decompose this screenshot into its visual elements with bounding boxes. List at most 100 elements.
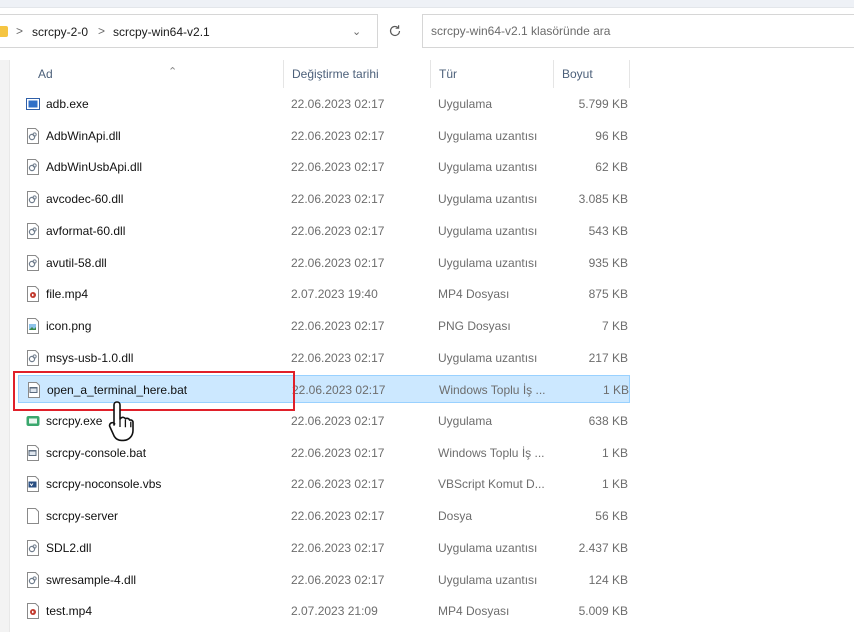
file-row[interactable]: swresample-4.dll 22.06.2023 02:17 Uygulama…	[18, 566, 630, 594]
file-row[interactable]: file.mp4 2.07.2023 19:40 MP4 Dosyası 875 KB	[18, 280, 630, 308]
file-date: 2.07.2023 19:40	[291, 287, 378, 302]
file-row[interactable]: AdbWinUsbApi.dll 22.06.2023 02:17 Uygulama…	[18, 153, 630, 181]
file-name: icon.png	[46, 318, 92, 333]
file-name: avcodec-60.dll	[46, 192, 124, 207]
file-row[interactable]: test.mp4 2.07.2023 21:09 MP4 Dosyası 5.009 …	[18, 597, 630, 625]
file-date: 22.06.2023 02:17	[291, 445, 385, 460]
file-size: 124 KB	[588, 572, 628, 587]
file-name: msys-usb-1.0.dll	[46, 350, 134, 365]
column-header-type[interactable]: Tür	[431, 60, 554, 88]
breadcrumb-separator-icon[interactable]: >	[98, 24, 105, 38]
file-date: 22.06.2023 02:17	[291, 350, 385, 365]
file-size: 1 KB	[601, 477, 628, 492]
file-type: Uygulama	[438, 97, 493, 111]
file-type: MP4 Dosyası	[438, 287, 510, 302]
dll-icon	[26, 127, 40, 144]
dll-icon	[26, 349, 40, 366]
file-name: swresample-4.dll	[46, 572, 137, 587]
vbscript-file-icon	[26, 476, 40, 493]
file-size: 1 KB	[601, 445, 628, 460]
navigation-pane-edge	[0, 60, 10, 632]
file-size: 3.085 KB	[578, 192, 628, 207]
breadcrumb-separator-icon[interactable]: >	[16, 24, 23, 38]
file-type: Uygulama uzantısı	[438, 572, 538, 587]
file-name: AdbWinApi.dll	[46, 128, 121, 143]
file-size: 217 KB	[588, 350, 628, 365]
mouse-cursor-icon	[108, 401, 134, 442]
file-date: 22.06.2023 02:17	[291, 97, 385, 111]
file-name: avformat-60.dll	[46, 223, 126, 238]
file-date: 2.07.2023 21:09	[291, 604, 378, 619]
file-row[interactable]: avformat-60.dll 22.06.2023 02:17 Uygulama …	[18, 217, 630, 245]
column-header-date[interactable]: Değiştirme tarihi	[284, 60, 431, 88]
breadcrumb-scrcpy-2-0[interactable]: scrcpy-2-0	[32, 25, 88, 39]
file-row[interactable]: icon.png 22.06.2023 02:17 PNG Dosyası 7 KB	[18, 312, 630, 340]
file-type: Uygulama uzantısı	[438, 223, 538, 238]
file-type: Windows Toplu İş ...	[439, 383, 546, 398]
file-date: 22.06.2023 02:17	[291, 255, 385, 270]
file-date: 22.06.2023 02:17	[292, 383, 386, 398]
file-row[interactable]: adb.exe 22.06.2023 02:17 Uygulama 5.799 KB	[18, 90, 630, 118]
video-file-icon	[26, 603, 40, 620]
file-size: 5.009 KB	[578, 604, 628, 619]
file-size: 543 KB	[588, 223, 628, 238]
file-size: 2.437 KB	[578, 540, 628, 555]
file-date: 22.06.2023 02:17	[291, 223, 385, 238]
file-size: 638 KB	[588, 414, 628, 428]
image-file-icon	[26, 317, 40, 334]
dll-icon	[26, 222, 40, 239]
dll-icon	[26, 539, 40, 556]
dll-icon	[26, 254, 40, 271]
file-size: 56 KB	[595, 509, 628, 524]
file-date: 22.06.2023 02:17	[291, 572, 385, 587]
column-header-row: Ad ⌃ Değiştirme tarihi Tür Boyut	[18, 60, 630, 88]
file-date: 22.06.2023 02:17	[291, 160, 385, 175]
folder-icon	[0, 26, 8, 37]
file-row[interactable]: AdbWinApi.dll 22.06.2023 02:17 Uygulama uz…	[18, 122, 630, 150]
sort-ascending-icon: ⌃	[168, 66, 178, 78]
file-row[interactable]: SDL2.dll 22.06.2023 02:17 Uygulama uzantıs…	[18, 534, 630, 562]
file-type: Dosya	[438, 509, 473, 524]
search-input[interactable]	[423, 15, 854, 47]
chevron-down-icon[interactable]: ⌄	[352, 25, 361, 38]
file-type: Uygulama	[438, 414, 493, 428]
file-size: 1 KB	[602, 383, 629, 398]
breadcrumb-scrcpy-win64-v2-1[interactable]: scrcpy-win64-v2.1	[113, 25, 210, 39]
file-name: scrcpy-server	[46, 509, 119, 524]
adb-exe-icon	[26, 96, 40, 112]
file-row[interactable]: avutil-58.dll 22.06.2023 02:17 Uygulama uz…	[18, 249, 630, 277]
file-type: VBScript Komut D...	[438, 477, 545, 492]
address-bar[interactable]: > scrcpy-2-0 > scrcpy-win64-v2.1 ⌄	[0, 14, 378, 48]
scrcpy-exe-icon	[26, 413, 40, 429]
dll-icon	[26, 571, 40, 588]
file-size: 62 KB	[595, 160, 628, 175]
annotation-highlight-box	[13, 371, 295, 411]
file-row[interactable]: msys-usb-1.0.dll 22.06.2023 02:17 Uygulama…	[18, 344, 630, 372]
file-date: 22.06.2023 02:17	[291, 540, 385, 555]
window-top-strip	[0, 0, 854, 8]
file-row[interactable]: avcodec-60.dll 22.06.2023 02:17 Uygulama u…	[18, 185, 630, 213]
file-row[interactable]: scrcpy-noconsole.vbs 22.06.2023 02:17 VBSc…	[18, 470, 630, 498]
blank-file-icon	[26, 508, 40, 525]
file-type: Uygulama uzantısı	[438, 540, 538, 555]
column-header-name-label: Ad	[38, 67, 53, 81]
file-date: 22.06.2023 02:17	[291, 318, 385, 333]
refresh-button[interactable]	[380, 14, 410, 48]
search-box[interactable]	[422, 14, 854, 48]
file-name: avutil-58.dll	[46, 255, 107, 270]
file-row[interactable]: scrcpy-server 22.06.2023 02:17 Dosya 56 KB	[18, 502, 630, 530]
column-header-size[interactable]: Boyut	[554, 60, 630, 88]
file-type: PNG Dosyası	[438, 318, 511, 333]
file-name: adb.exe	[46, 97, 89, 111]
file-name: scrcpy.exe	[46, 414, 103, 428]
file-type: Uygulama uzantısı	[438, 192, 538, 207]
file-name: scrcpy-console.bat	[46, 445, 147, 460]
file-row[interactable]: scrcpy-console.bat 22.06.2023 02:17 Window…	[18, 439, 630, 467]
file-name: AdbWinUsbApi.dll	[46, 160, 143, 175]
refresh-icon	[389, 25, 401, 37]
file-size: 5.799 KB	[578, 97, 628, 111]
file-date: 22.06.2023 02:17	[291, 414, 385, 428]
dll-icon	[26, 159, 40, 176]
file-size: 935 KB	[588, 255, 628, 270]
column-header-name[interactable]: Ad ⌃	[18, 60, 284, 88]
